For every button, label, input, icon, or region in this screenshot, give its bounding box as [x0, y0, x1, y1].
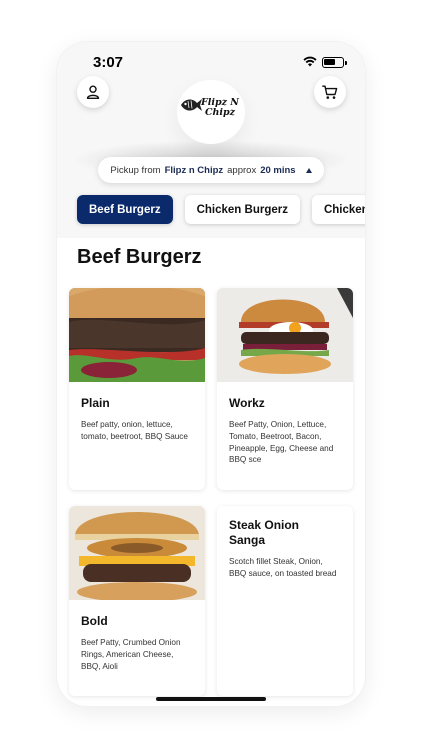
store-logo: Flipz N Chipz [177, 80, 245, 144]
burger-image [69, 506, 205, 600]
caret-up-icon [305, 167, 312, 173]
battery-icon [322, 57, 347, 68]
wifi-icon [303, 56, 317, 67]
home-indicator[interactable] [156, 697, 266, 701]
burger-image [217, 288, 353, 382]
pickup-selector[interactable]: Pickup from Flipz n Chipz approx 20 mins [98, 157, 324, 183]
menu-item-card[interactable]: Plain Beef patty, onion, lettuce, tomato… [69, 288, 205, 490]
burger-image [69, 288, 205, 382]
menu-item-card[interactable]: Steak Onion Sanga Scotch fillet Steak, O… [217, 506, 353, 696]
logo-line-2: Chipz [204, 107, 236, 118]
status-time: 3:07 [93, 54, 124, 71]
section-title: Beef Burgerz [77, 246, 202, 268]
menu-item-description: Beef Patty, Crumbed Onion Rings, America… [81, 638, 181, 671]
pickup-prefix: Pickup from [110, 164, 161, 176]
pickup-store: Flipz n Chipz [164, 164, 224, 176]
fish-icon [181, 99, 202, 111]
workz-burger-photo [217, 288, 353, 382]
cart-button[interactable] [314, 76, 346, 108]
menu-item-name: Workz [229, 396, 265, 410]
tab-chicken-burgerz[interactable]: Chicken Burgerz [184, 195, 300, 224]
menu-item-description: Scotch fillet Steak, Onion, BBQ sauce, o… [229, 557, 337, 578]
status-bar: 3:07 [57, 42, 365, 82]
category-tabs: Beef Burgerz Chicken Burgerz Chicken [77, 195, 365, 224]
cart-icon [322, 85, 338, 99]
menu-item-name: Steak Onion Sanga [229, 518, 300, 547]
menu-item-description: Beef patty, onion, lettuce, tomato, beet… [81, 420, 188, 441]
menu-item-description: Beef Patty, Onion, Lettuce, Tomato, Beet… [229, 420, 334, 465]
menu-item-card[interactable]: Workz Beef Patty, Onion, Lettuce, Tomato… [217, 288, 353, 490]
bold-burger-photo [69, 506, 205, 600]
logo-text: Flipz N Chipz [201, 98, 239, 118]
phone-frame: 3:07 Flipz N Chipz Pickup from Flipz n C… [57, 42, 365, 706]
plain-burger-photo [69, 288, 205, 382]
pickup-time: 20 mins [260, 164, 296, 176]
menu-item-card[interactable]: Bold Beef Patty, Crumbed Onion Rings, Am… [69, 506, 205, 696]
pickup-mid: approx [227, 164, 257, 176]
user-icon [86, 85, 100, 99]
tab-chicken[interactable]: Chicken [311, 195, 365, 224]
profile-button[interactable] [77, 76, 109, 108]
menu-item-name: Bold [81, 614, 108, 628]
menu-item-name: Plain [81, 396, 110, 410]
tab-beef-burgerz[interactable]: Beef Burgerz [77, 195, 173, 224]
